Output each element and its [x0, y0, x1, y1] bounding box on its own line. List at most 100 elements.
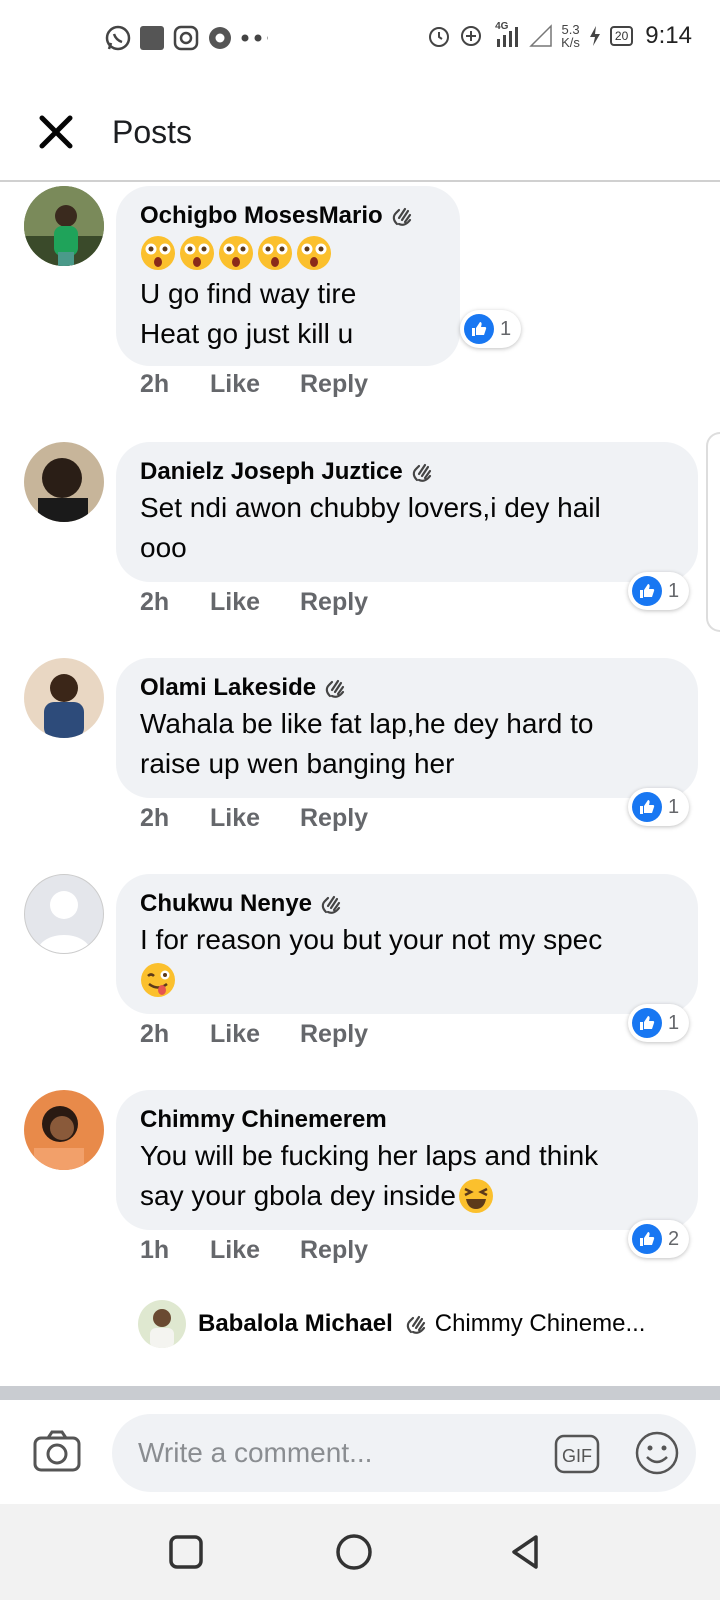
comment-text: Wahala be like fat lap,he dey hard to: [140, 708, 594, 739]
comment-author[interactable]: Chimmy Chinemerem: [140, 1104, 674, 1136]
reply-button[interactable]: Reply: [300, 804, 368, 833]
smiley-icon: [635, 1431, 679, 1475]
gif-button[interactable]: GIF: [554, 1434, 600, 1474]
battery-indicator: 20: [609, 26, 634, 46]
notification-icons: [104, 24, 268, 52]
reaction-count[interactable]: 2: [628, 1220, 690, 1258]
emoji-row: [140, 960, 674, 1000]
close-icon: [39, 115, 73, 149]
wave-icon: [412, 463, 431, 482]
reaction-count[interactable]: 1: [628, 788, 690, 826]
like-reaction-icon: [632, 1224, 662, 1254]
app-bar: Posts: [0, 80, 720, 182]
default-avatar[interactable]: [24, 874, 104, 954]
like-reaction-icon: [632, 1008, 662, 1038]
comment-text: raise up wen banging her: [140, 748, 455, 779]
app-notification-icon: [138, 24, 166, 52]
astonished-emoji-icon: [180, 236, 214, 270]
reaction-count[interactable]: 1: [460, 310, 522, 348]
comment-author[interactable]: Danielz Joseph Juztice: [140, 456, 674, 488]
camera-icon: [33, 1430, 81, 1472]
comment-text-line: say your gbola dey inside: [140, 1176, 674, 1216]
reaction-count[interactable]: 1: [628, 572, 690, 610]
close-button[interactable]: [36, 112, 76, 152]
system-navigation-bar: [0, 1504, 720, 1600]
reply-button[interactable]: Reply: [300, 1236, 368, 1265]
comment-bubble[interactable]: Chukwu Nenye I for reason you but your n…: [116, 874, 698, 1014]
like-button[interactable]: Like: [210, 804, 300, 833]
chrome-icon: [206, 24, 234, 52]
like-button[interactable]: Like: [210, 1236, 300, 1265]
comment-input[interactable]: Write a comment...: [112, 1414, 696, 1492]
clock: 9:14: [645, 22, 692, 49]
reply-avatar: [138, 1300, 186, 1348]
reply-button[interactable]: Reply: [300, 370, 368, 399]
page-title: Posts: [112, 114, 193, 150]
alarm-icon: [429, 27, 450, 47]
reply-author: Babalola Michael: [198, 1310, 393, 1337]
comment-author[interactable]: Olami Lakeside: [140, 672, 674, 704]
like-button[interactable]: Like: [210, 1020, 300, 1049]
comment-actions: 2h Like Reply: [140, 370, 368, 399]
comment-timestamp: 2h: [140, 804, 170, 832]
comment-bubble[interactable]: Olami Lakeside Wahala be like fat lap,he…: [116, 658, 698, 798]
avatar[interactable]: [24, 1090, 104, 1170]
comment-timestamp: 2h: [140, 1020, 170, 1048]
comment-text: Set ndi awon chubby lovers,i dey hail: [140, 492, 601, 523]
comment-text: Heat go just kill u: [140, 318, 354, 349]
wave-icon: [392, 207, 411, 226]
svg-text:GIF: GIF: [562, 1446, 592, 1466]
home-button[interactable]: [334, 1532, 374, 1572]
comment-actions: 2h Like Reply: [140, 588, 368, 617]
avatar[interactable]: [24, 442, 104, 522]
astonished-emoji-icon: [219, 236, 253, 270]
comment-timestamp: 2h: [140, 370, 170, 398]
comment-text: U go find way tire: [140, 278, 357, 309]
like-button[interactable]: Like: [210, 370, 300, 399]
comment-bubble[interactable]: Ochigbo MosesMario U go find way tire He…: [116, 186, 460, 366]
like-reaction-icon: [464, 314, 494, 344]
comment-composer: Write a comment... GIF: [0, 1400, 720, 1504]
wave-icon: [321, 895, 341, 914]
back-button[interactable]: [506, 1532, 546, 1572]
system-status: 4G 5.3 K/s 20 9:14: [427, 21, 692, 50]
whatsapp-icon: [104, 24, 132, 52]
comment-author[interactable]: Ochigbo MosesMario: [140, 200, 436, 232]
scroll-handle[interactable]: [706, 432, 720, 632]
avatar[interactable]: [24, 186, 104, 266]
astonished-emoji-icon: [297, 236, 331, 270]
comment-author[interactable]: Chukwu Nenye: [140, 888, 674, 920]
reaction-count[interactable]: 1: [628, 1004, 690, 1042]
reply-button[interactable]: Reply: [300, 588, 368, 617]
reply-snippet: Chimmy Chineme...: [434, 1310, 646, 1337]
circle-icon: [336, 1534, 372, 1570]
comment-actions: 2h Like Reply: [140, 1020, 368, 1049]
gif-icon: GIF: [554, 1434, 600, 1474]
charging-icon: [589, 26, 600, 46]
wave-icon: [406, 1315, 425, 1334]
like-reaction-icon: [632, 792, 662, 822]
recent-apps-button[interactable]: [166, 1532, 206, 1572]
like-button[interactable]: Like: [210, 588, 300, 617]
status-bar: 4G 5.3 K/s 20 9:14: [0, 0, 720, 80]
avatar[interactable]: [24, 658, 104, 738]
instagram-icon: [172, 24, 200, 52]
comment-bubble[interactable]: Chimmy Chinemerem You will be fucking he…: [116, 1090, 698, 1230]
winking-tongue-emoji-icon: [141, 963, 175, 997]
astonished-emoji-icon: [258, 236, 292, 270]
comment-text: You will be fucking her laps and think: [140, 1140, 599, 1171]
camera-button[interactable]: [32, 1426, 82, 1476]
comment-actions: 2h Like Reply: [140, 804, 368, 833]
comment-timestamp: 1h: [140, 1236, 170, 1264]
like-reaction-icon: [632, 576, 662, 606]
reply-button[interactable]: Reply: [300, 1020, 368, 1049]
back-triangle-icon: [512, 1535, 538, 1569]
signal-icon: 4G: [491, 21, 521, 49]
data-saver-icon: [461, 26, 482, 46]
astonished-emoji-icon: [141, 236, 175, 270]
signal-empty-icon: [529, 24, 552, 47]
comment-bubble[interactable]: Danielz Joseph Juztice Set ndi awon chub…: [116, 442, 698, 582]
comment-text: ooo: [140, 532, 187, 563]
emoji-button[interactable]: [634, 1430, 680, 1476]
reply-preview[interactable]: Babalola Michael Chimmy Chineme...: [138, 1300, 645, 1348]
